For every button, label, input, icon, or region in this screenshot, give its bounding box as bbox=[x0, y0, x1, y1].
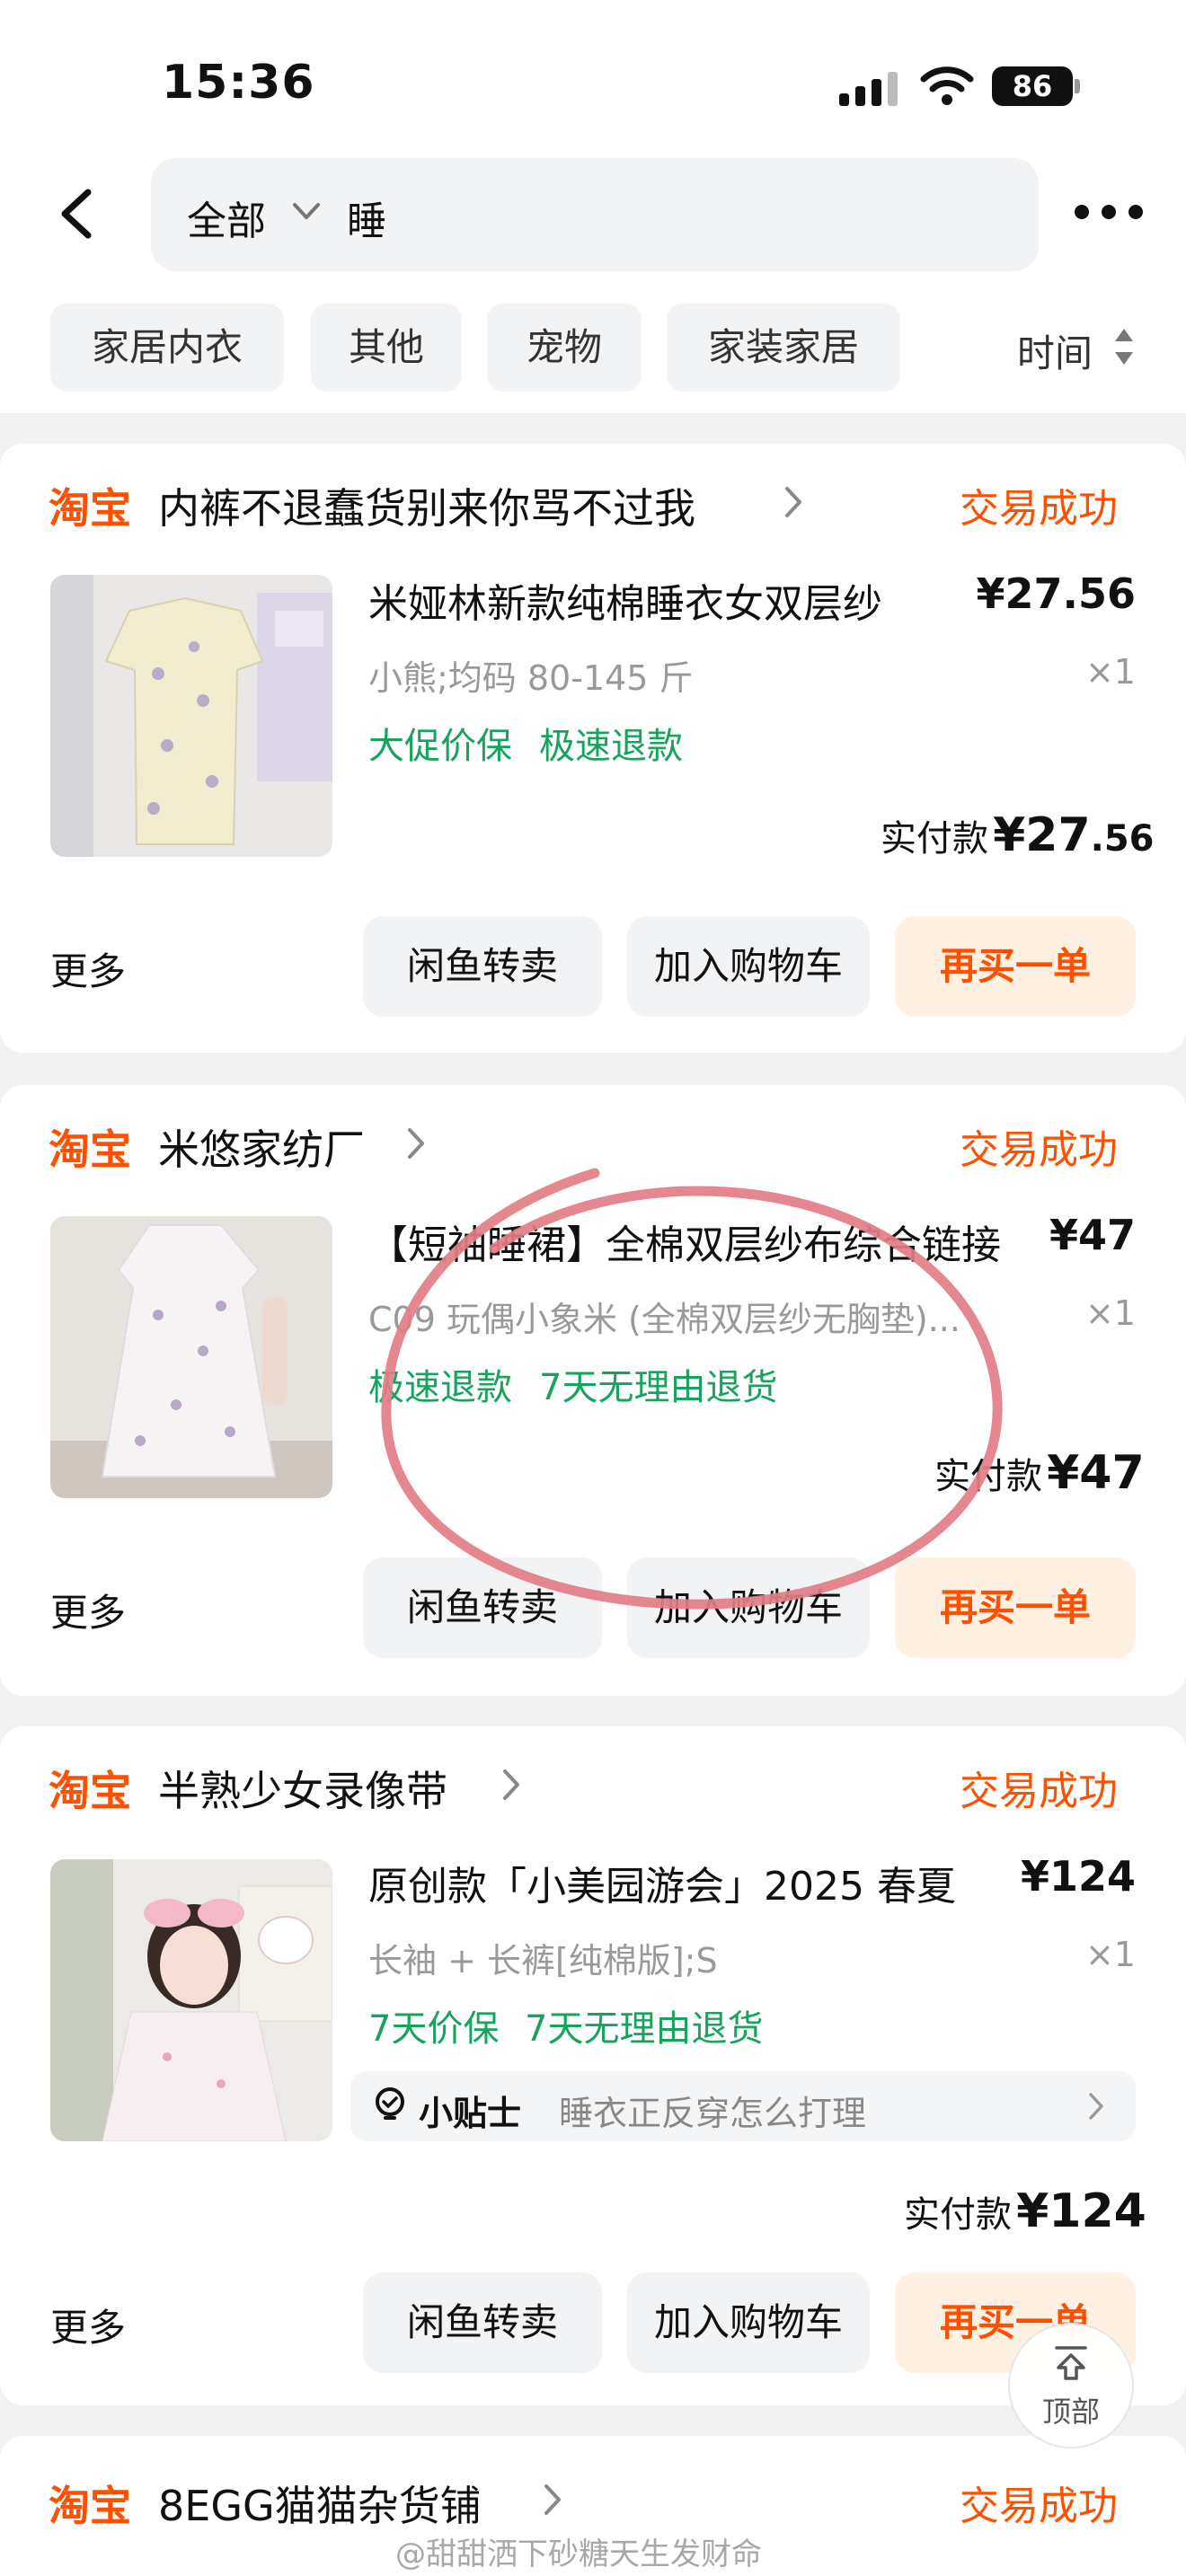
product-thumbnail[interactable] bbox=[50, 1859, 332, 2141]
search-query[interactable]: 睡 bbox=[347, 189, 386, 246]
chevron-right-icon[interactable] bbox=[543, 2483, 562, 2517]
product-price: ¥27.56 bbox=[976, 569, 1136, 618]
service-tag: 7天价保 bbox=[368, 2008, 500, 2050]
service-tag: 7天无理由退货 bbox=[539, 1367, 778, 1408]
product-spec: 长袖 + 长裤[纯棉版];S bbox=[368, 1941, 718, 1981]
add-to-cart-button[interactable]: 加入购物车 bbox=[627, 1557, 870, 1658]
taobao-logo: 淘宝 bbox=[49, 1125, 131, 1174]
search-input[interactable] bbox=[151, 158, 1039, 271]
chevron-right-icon[interactable] bbox=[1087, 2091, 1105, 2122]
product-quantity: ×1 bbox=[1084, 1935, 1136, 1974]
paid-amount-main: ¥124 bbox=[1016, 2184, 1146, 2238]
resell-xianyu-button[interactable]: 闲鱼转卖 bbox=[363, 916, 602, 1017]
product-title[interactable]: 【短袖睡裙】全棉双层纱布综合链接 bbox=[368, 1213, 1024, 1270]
chevron-down-icon[interactable] bbox=[289, 198, 323, 225]
filter-chip-home-decor[interactable]: 家装家居 bbox=[667, 304, 900, 392]
order-status: 交易成功 bbox=[960, 1127, 1118, 1173]
paid-amount-main: ¥47 bbox=[1047, 1446, 1145, 1500]
taobao-logo: 淘宝 bbox=[49, 2482, 131, 2530]
taobao-logo: 淘宝 bbox=[49, 1767, 131, 1815]
paid-amount-cents: .56 bbox=[1090, 818, 1155, 860]
shop-name[interactable]: 内裤不退蠢货别来你骂不过我 bbox=[158, 476, 695, 535]
lightbulb-icon bbox=[376, 2087, 404, 2120]
product-quantity: ×1 bbox=[1084, 1293, 1136, 1333]
resell-xianyu-button[interactable]: 闲鱼转卖 bbox=[363, 1557, 602, 1658]
order-status: 交易成功 bbox=[960, 486, 1118, 532]
shop-name[interactable]: 米悠家纺厂 bbox=[158, 1117, 365, 1177]
battery-tip bbox=[1075, 79, 1080, 93]
clock: 15:36 bbox=[162, 56, 315, 110]
paid-amount-main: ¥27 bbox=[993, 808, 1091, 862]
more-options-icon[interactable] bbox=[1075, 201, 1143, 223]
paid-amount: 实付款 ¥27.56 bbox=[881, 808, 1155, 862]
back-to-top-label[interactable]: 顶部 bbox=[1008, 2389, 1134, 2430]
battery-icon: 86 bbox=[992, 66, 1073, 106]
chevron-right-icon[interactable] bbox=[406, 1126, 426, 1160]
taobao-logo: 淘宝 bbox=[49, 484, 131, 533]
chevron-right-icon[interactable] bbox=[783, 485, 803, 519]
paid-label: 实付款 bbox=[904, 2194, 1012, 2236]
cellular-signal-icon bbox=[839, 70, 900, 106]
service-tag: 7天无理由退货 bbox=[525, 2008, 764, 2050]
order-status: 交易成功 bbox=[960, 1769, 1118, 1814]
more-actions-link[interactable]: 更多 bbox=[50, 941, 126, 996]
service-tag: 极速退款 bbox=[368, 1367, 512, 1408]
paid-amount: 实付款 ¥47 bbox=[934, 1446, 1145, 1500]
back-arrow-icon[interactable] bbox=[54, 187, 95, 241]
buy-again-button[interactable]: 再买一单 bbox=[895, 1557, 1136, 1658]
sort-arrows-icon[interactable] bbox=[1112, 325, 1136, 368]
resell-xianyu-button[interactable]: 闲鱼转卖 bbox=[363, 2272, 602, 2373]
filter-chip-other[interactable]: 其他 bbox=[311, 304, 462, 392]
product-spec: 小熊;均码 80-145 斤 bbox=[368, 658, 694, 698]
wifi-icon bbox=[920, 66, 974, 105]
service-tag: 极速退款 bbox=[539, 726, 683, 767]
add-to-cart-button[interactable]: 加入购物车 bbox=[627, 916, 870, 1017]
shop-name[interactable]: 半熟少女录像带 bbox=[158, 1759, 447, 1818]
tip-text[interactable]: 睡衣正反穿怎么打理 bbox=[559, 2086, 866, 2135]
product-title[interactable]: 米娅林新款纯棉睡衣女双层纱 bbox=[368, 571, 943, 629]
paid-label: 实付款 bbox=[934, 1456, 1042, 1497]
shop-name[interactable]: 8EGG猫猫杂货铺 bbox=[158, 2474, 482, 2533]
product-thumbnail[interactable] bbox=[50, 575, 332, 857]
product-thumbnail[interactable] bbox=[50, 1216, 332, 1498]
filter-chip-home-underwear[interactable]: 家居内衣 bbox=[50, 304, 284, 392]
product-price: ¥124 bbox=[1020, 1852, 1136, 1901]
paid-label: 实付款 bbox=[881, 818, 988, 860]
chevron-right-icon[interactable] bbox=[501, 1768, 521, 1802]
buy-again-button[interactable]: 再买一单 bbox=[895, 916, 1136, 1017]
search-scope-select[interactable]: 全部 bbox=[187, 189, 266, 246]
product-title[interactable]: 原创款「小美园游会」2025 春夏 bbox=[368, 1854, 997, 1911]
paid-amount: 实付款 ¥124 bbox=[904, 2184, 1146, 2238]
watermark-text: @甜甜洒下砂糖天生发财命 bbox=[395, 2536, 762, 2572]
more-actions-link[interactable]: 更多 bbox=[50, 1583, 126, 1637]
product-spec: C09 玩偶小象米 (全棉双层纱无胸垫)... bbox=[368, 1300, 960, 1339]
product-price: ¥47 bbox=[1049, 1211, 1136, 1259]
tip-label: 小贴士 bbox=[419, 2094, 522, 2133]
product-quantity: ×1 bbox=[1084, 652, 1136, 692]
more-actions-link[interactable]: 更多 bbox=[50, 2298, 126, 2352]
arrow-up-icon[interactable] bbox=[1051, 2342, 1091, 2382]
order-status: 交易成功 bbox=[960, 2483, 1118, 2529]
sort-by-time[interactable]: 时间 bbox=[1017, 323, 1093, 378]
service-tag: 大促价保 bbox=[368, 726, 512, 767]
add-to-cart-button[interactable]: 加入购物车 bbox=[627, 2272, 870, 2373]
filter-chip-pets[interactable]: 宠物 bbox=[487, 304, 642, 392]
